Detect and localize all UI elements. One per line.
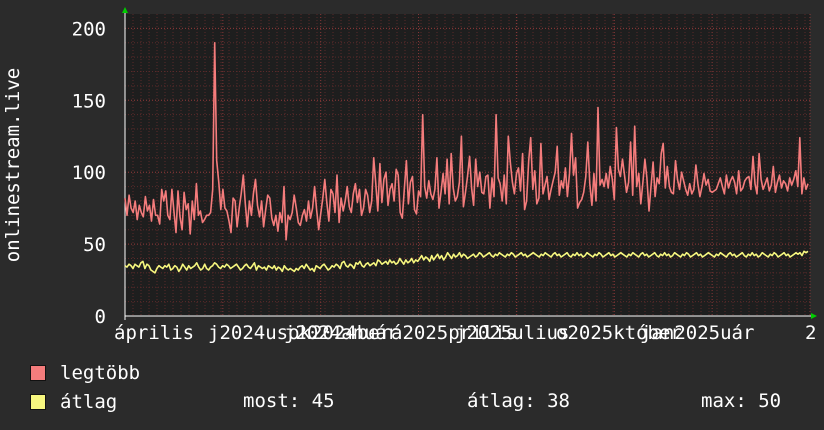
- y-tick-label: 50: [83, 234, 106, 256]
- plot-area: [125, 14, 810, 316]
- legend-label-avg: átlag: [60, 391, 118, 413]
- legend-swatch-max: [30, 365, 46, 381]
- x-tick-label: j2025ulius: [455, 322, 569, 344]
- legend-item-avg: átlag: [30, 390, 117, 414]
- y-axis-arrow: [122, 7, 128, 13]
- chart-stage: 0 50 100 150 200 onlinestream.live április j202…: [0, 0, 824, 430]
- x-tick-label: jan2025uár: [640, 322, 754, 344]
- y-tick-label: 0: [95, 306, 106, 328]
- legend-swatch-avg: [30, 394, 46, 410]
- x-tick-label: április: [114, 322, 194, 344]
- stat-average: átlag: 38: [467, 390, 570, 412]
- x-tick-label: 2: [805, 322, 816, 344]
- legend-item-max: legtöbb: [30, 361, 140, 385]
- x-tick-label: j2024anuár: [284, 322, 398, 344]
- legend-label-max: legtöbb: [60, 362, 141, 384]
- stat-max: max: 50: [701, 390, 782, 412]
- y-tick-label: 100: [72, 162, 106, 184]
- y-tick-label: 150: [72, 90, 106, 112]
- y-axis-label: onlinestream.live: [2, 68, 24, 262]
- x-axis-arrow: [811, 313, 817, 319]
- stat-now: most: 45: [243, 390, 335, 412]
- y-tick-label: 200: [72, 18, 106, 40]
